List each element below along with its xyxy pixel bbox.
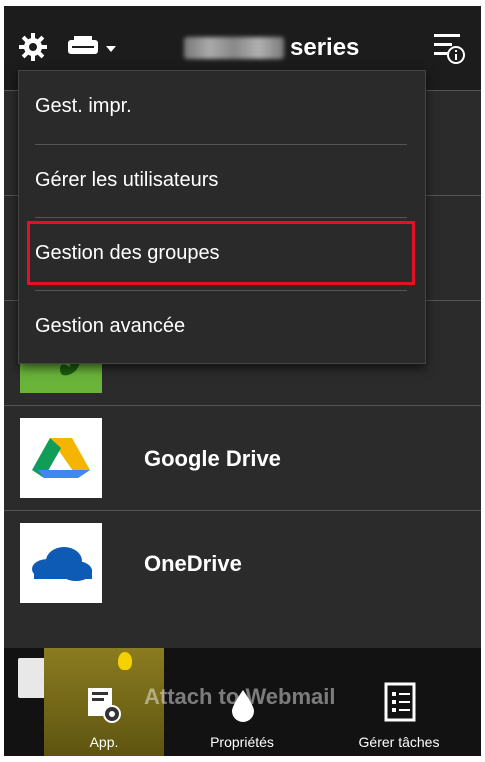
nav-properties-label: Propriétés xyxy=(210,734,274,750)
webmail-label: Attach to Webmail xyxy=(144,684,336,709)
nav-app-label: App. xyxy=(89,734,119,750)
list-item-google-drive[interactable]: Google Drive xyxy=(4,405,481,511)
menu-item-advanced-management[interactable]: Gestion avancée xyxy=(19,291,425,364)
gear-icon[interactable] xyxy=(18,32,48,62)
model-name-redacted xyxy=(184,37,284,59)
menu-item-label: Gest. impr. xyxy=(35,95,132,117)
app-label: OneDrive xyxy=(144,551,242,576)
title-suffix: series xyxy=(290,34,360,61)
nav-manage-tasks[interactable]: Gérer tâches xyxy=(324,648,474,756)
highlight-frame xyxy=(27,221,415,285)
bottom-nav: Attach to Webmail App. Propriétés Gérer … xyxy=(4,648,481,756)
menu-item-label: Gestion avancée xyxy=(35,315,186,337)
task-list-icon xyxy=(384,682,416,722)
menu-item-printer-management[interactable]: Gest. impr. xyxy=(19,71,425,144)
menu-info-icon[interactable] xyxy=(432,30,466,66)
app-icon xyxy=(88,688,121,723)
settings-dropdown-menu: Gest. impr. Gérer les utilisateurs Gesti… xyxy=(18,70,426,364)
new-badge-icon xyxy=(118,652,132,670)
app-label: Google Drive xyxy=(144,446,281,471)
onedrive-icon xyxy=(20,523,102,603)
printer-title: series xyxy=(184,32,359,64)
printer-icon[interactable] xyxy=(66,36,136,60)
menu-item-manage-users[interactable]: Gérer les utilisateurs xyxy=(19,145,425,218)
list-item-onedrive[interactable]: OneDrive xyxy=(4,510,481,616)
nav-tasks-label: Gérer tâches xyxy=(358,734,440,750)
app-screen: series Evernote xyxy=(4,6,481,756)
google-drive-icon xyxy=(20,418,102,498)
menu-item-label: Gérer les utilisateurs xyxy=(35,169,219,191)
